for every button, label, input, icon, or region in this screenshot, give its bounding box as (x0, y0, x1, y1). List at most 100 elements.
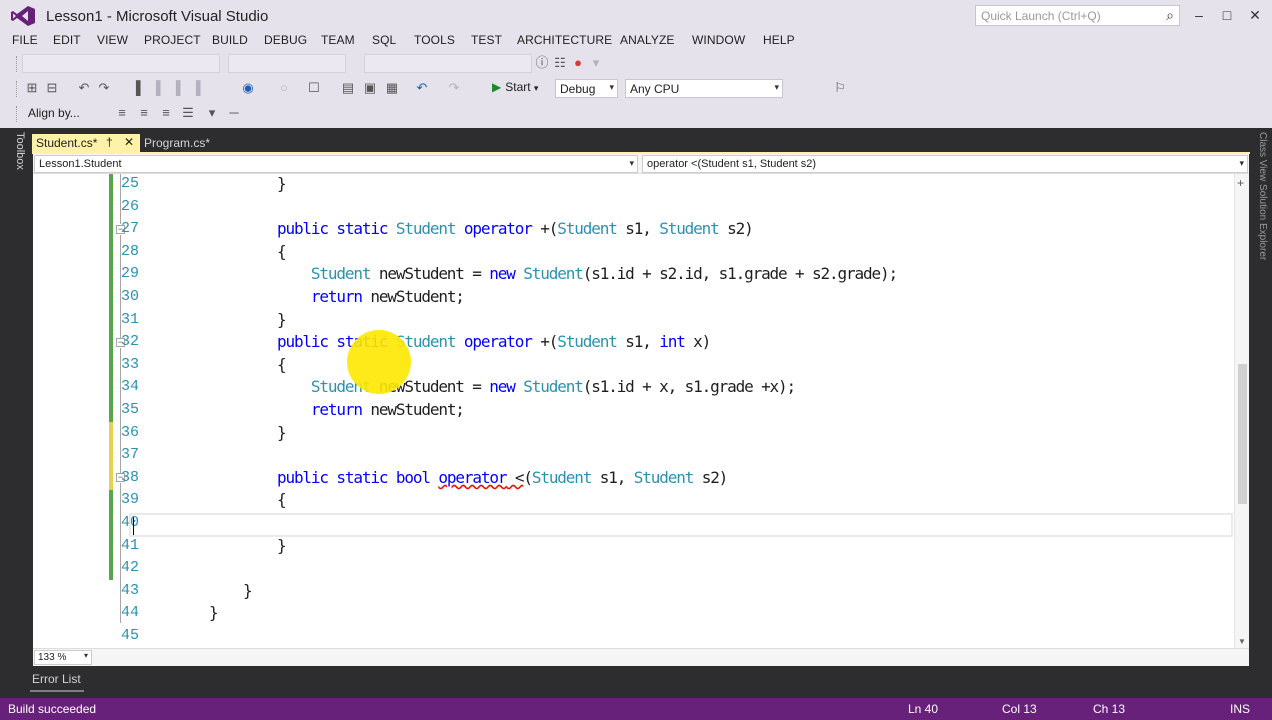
quick-launch-input[interactable]: Quick Launch (Ctrl+Q) ⌕ (975, 5, 1180, 26)
navigate-back-icon[interactable]: ◉ (240, 80, 256, 96)
solution-platform-select[interactable]: Any CPU ▾ (625, 79, 783, 98)
redo-icon[interactable]: ↷ (446, 80, 462, 96)
vertical-scrollbar[interactable]: + ▼ (1234, 174, 1249, 648)
status-column: Col 13 (1002, 702, 1037, 716)
scroll-down-icon[interactable]: ▼ (1238, 637, 1246, 646)
mouse-cursor-highlight (347, 330, 411, 394)
record-icon[interactable]: ● (570, 55, 586, 71)
new-project-icon[interactable]: ☐ (306, 80, 322, 96)
window-title: Lesson1 - Microsoft Visual Studio (46, 8, 269, 25)
line-number: 39 (120, 491, 139, 509)
code-token: s1, (591, 467, 634, 487)
menu-build[interactable]: BUILD (212, 33, 248, 47)
align-by-label[interactable]: Align by... (28, 106, 80, 120)
zoom-level-select[interactable]: 133 % ▾ (34, 650, 92, 665)
code-token: } (209, 580, 253, 600)
code-token: Student (633, 467, 695, 487)
code-token: newStudent = (370, 264, 490, 284)
bookmark-icon[interactable]: ▐ (128, 80, 144, 96)
minimize-icon[interactable]: – (1186, 4, 1212, 26)
error-list-tab-underline (30, 690, 84, 692)
bookmark-next-icon[interactable]: ▐ (168, 80, 184, 96)
menu-tools[interactable]: TOOLS (414, 33, 455, 47)
layout-icon[interactable]: ⊟ (44, 80, 60, 96)
line-number: 36 (120, 423, 139, 441)
code-token: static (336, 467, 388, 487)
close-icon[interactable]: ✕ (1242, 4, 1268, 26)
align-left-icon[interactable]: ≡ (114, 105, 130, 121)
menu-test[interactable]: TEST (471, 33, 502, 47)
disabled-combo (364, 54, 532, 73)
type-scope-select[interactable]: Lesson1.Student ▾ (34, 155, 638, 173)
start-debugging-button[interactable]: ▶ Start ▾ (492, 80, 538, 94)
dropdown-arrow-icon[interactable]: ▾ (204, 105, 220, 121)
menu-debug[interactable]: DEBUG (264, 33, 307, 47)
member-scope-select[interactable]: operator <(Student s1, Student s2) ▾ (642, 155, 1248, 173)
browser-icon[interactable]: ☷ (552, 55, 568, 71)
bookmark-prev-icon[interactable]: ▐ (148, 80, 164, 96)
toolbar-grip[interactable] (16, 106, 19, 122)
code-token: static (336, 219, 388, 239)
split-plus-icon[interactable]: + (1237, 176, 1244, 190)
line-number: 38 (120, 468, 139, 486)
save-all-icon[interactable]: ▦ (384, 80, 400, 96)
open-file-icon[interactable]: ▤ (340, 80, 356, 96)
maximize-icon[interactable]: □ (1214, 4, 1240, 26)
pin-icon[interactable]: † (106, 135, 113, 149)
menu-sql[interactable]: SQL (372, 33, 396, 47)
scrollbar-thumb[interactable] (1238, 364, 1247, 504)
tab-program-cs[interactable]: Program.cs* (142, 134, 232, 152)
code-token: public (276, 219, 329, 239)
toolbar-grip[interactable] (16, 56, 19, 72)
tab-student-cs[interactable]: Student.cs* † ✕ (32, 134, 140, 152)
code-line: public static bool operator <(Student s1… (209, 467, 728, 487)
menu-view[interactable]: VIEW (97, 33, 128, 47)
menu-help[interactable]: HELP (763, 33, 795, 47)
visual-studio-logo-icon (11, 6, 35, 26)
solution-explorer-panel-tab[interactable]: Class View Solution Explorer (1254, 132, 1268, 292)
close-tab-icon[interactable]: ✕ (124, 135, 134, 149)
align-right-icon[interactable]: ≡ (158, 105, 174, 121)
save-icon[interactable]: ▣ (362, 80, 378, 96)
code-editor[interactable]: − − − 25 } 26 27 public static Student ope… (33, 174, 1249, 648)
align-center-icon[interactable]: ≡ (136, 105, 152, 121)
code-token: operator (438, 467, 507, 487)
line-style-icon[interactable]: ─ (226, 105, 242, 121)
play-icon: ▶ (492, 80, 502, 94)
toolbox-panel-tab[interactable]: Toolbox (8, 132, 26, 192)
undo-icon[interactable]: ↶ (414, 80, 430, 96)
navigation-bar: Lesson1.Student ▾ operator <(Student s1,… (33, 154, 1249, 174)
bookmark-clear-icon[interactable]: ▐ (188, 80, 204, 96)
code-token: int (659, 332, 686, 352)
toolbar-grip[interactable] (16, 81, 19, 97)
menu-file[interactable]: FILE (12, 33, 38, 47)
code-line: return newStudent; (209, 287, 465, 306)
code-token: public (276, 332, 329, 352)
menu-team[interactable]: TEAM (321, 33, 355, 47)
solution-configuration-select[interactable]: Debug ▾ (555, 79, 618, 98)
navigate-forward-icon[interactable]: ○ (276, 80, 292, 96)
menu-analyze[interactable]: ANALYZE (620, 33, 675, 47)
code-token: } (209, 422, 287, 442)
code-line: } (209, 603, 219, 622)
menu-edit[interactable]: EDIT (53, 33, 81, 47)
layout-icon[interactable]: ⊞ (24, 80, 40, 96)
undo-layout-icon[interactable]: ↶ (76, 80, 92, 96)
distribute-icon[interactable]: ☰ (180, 105, 196, 121)
code-token: Student (659, 219, 720, 239)
menu-architecture[interactable]: ARCHITECTURE (517, 33, 612, 47)
info-icon[interactable]: ⓘ (534, 55, 550, 71)
find-icon[interactable]: ⚐ (832, 80, 848, 96)
error-list-tab[interactable]: Error List (32, 672, 81, 686)
dropdown-arrow-icon[interactable]: ▾ (588, 55, 604, 71)
configuration-value: Debug (560, 82, 596, 96)
redo-layout-icon[interactable]: ↷ (96, 80, 112, 96)
current-line-highlight (129, 513, 1233, 537)
line-number: 25 (120, 175, 139, 192)
menu-project[interactable]: PROJECT (144, 33, 201, 47)
menu-window[interactable]: WINDOW (692, 33, 745, 47)
